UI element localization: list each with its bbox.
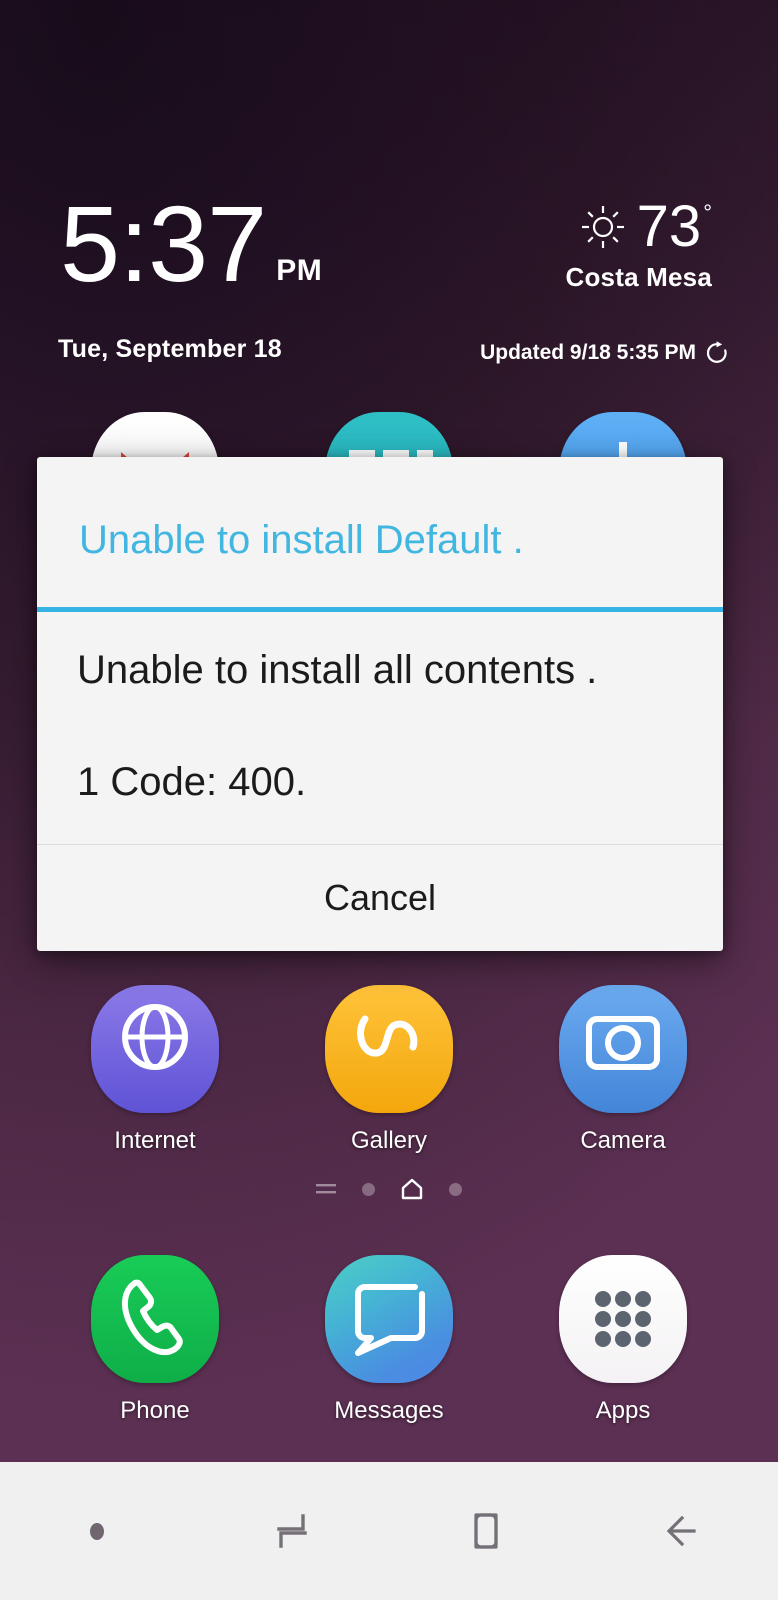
weather-temperature: 73 ° bbox=[637, 198, 712, 256]
nav-slot-back[interactable] bbox=[584, 1508, 778, 1554]
nav-dot-icon[interactable] bbox=[90, 1522, 105, 1540]
internet-glyph bbox=[122, 1004, 188, 1070]
weather-widget[interactable]: 73 ° Costa Mesa bbox=[566, 198, 713, 293]
dock-label-phone: Phone bbox=[120, 1397, 190, 1424]
page-lines-icon[interactable] bbox=[316, 1182, 336, 1196]
weather-updated-text: Updated 9/18 5:35 PM bbox=[480, 341, 696, 364]
install-error-dialog: Unable to install Default . Unable to in… bbox=[37, 457, 723, 951]
gallery-icon[interactable] bbox=[325, 985, 453, 1113]
clock-date: Tue, September 18 bbox=[58, 335, 282, 363]
camera-icon[interactable] bbox=[559, 985, 687, 1113]
dialog-actions: Cancel bbox=[37, 845, 723, 951]
back-icon[interactable] bbox=[658, 1508, 704, 1554]
dock-item-apps[interactable]: Apps bbox=[548, 1255, 698, 1425]
clock-ampm: PM bbox=[276, 254, 323, 287]
temperature-value: 73 bbox=[636, 194, 702, 259]
app-item-camera[interactable]: Camera bbox=[548, 985, 698, 1155]
cancel-button[interactable]: Cancel bbox=[284, 867, 476, 929]
apps-grid-icon[interactable] bbox=[559, 1255, 687, 1383]
phone-screen: 5:37 PM Tue, September 18 73 ° Costa Mes… bbox=[0, 0, 778, 1600]
app-row-3: Internet Gallery Camera bbox=[0, 985, 778, 1155]
clock-weather-widget[interactable]: 5:37 PM Tue, September 18 73 ° Costa Mes… bbox=[0, 190, 778, 380]
refresh-icon[interactable] bbox=[704, 340, 730, 366]
navigation-bar bbox=[0, 1462, 778, 1600]
phone-icon[interactable] bbox=[91, 1255, 219, 1383]
weather-city: Costa Mesa bbox=[565, 262, 712, 292]
app-item-internet[interactable]: Internet bbox=[80, 985, 230, 1155]
degree-symbol: ° bbox=[703, 200, 712, 225]
gallery-glyph bbox=[357, 1015, 418, 1057]
weather-current: 73 ° bbox=[566, 198, 712, 256]
phone-glyph bbox=[122, 1279, 183, 1356]
page-dot[interactable] bbox=[449, 1182, 462, 1196]
weather-updated[interactable]: Updated 9/18 5:35 PM bbox=[480, 340, 730, 366]
messages-icon[interactable] bbox=[325, 1255, 453, 1383]
app-label-camera: Camera bbox=[580, 1127, 666, 1154]
internet-icon[interactable] bbox=[91, 985, 219, 1113]
nav-slot-dot[interactable] bbox=[0, 1522, 195, 1540]
page-home-icon[interactable] bbox=[401, 1178, 423, 1200]
dock-label-messages: Messages bbox=[334, 1397, 444, 1424]
nav-slot-home[interactable] bbox=[389, 1508, 584, 1554]
page-dot[interactable] bbox=[362, 1182, 375, 1196]
dock-item-phone[interactable]: Phone bbox=[80, 1255, 230, 1425]
apps-grid-glyph bbox=[595, 1291, 651, 1347]
clock-time: 5:37 bbox=[60, 183, 267, 304]
messages-glyph bbox=[355, 1284, 425, 1356]
sun-icon bbox=[581, 206, 624, 248]
dialog-message: Unable to install all contents . 1 Code:… bbox=[77, 648, 598, 804]
dock-item-messages[interactable]: Messages bbox=[314, 1255, 464, 1425]
camera-glyph bbox=[586, 1016, 660, 1070]
page-indicator[interactable] bbox=[0, 1178, 778, 1200]
app-item-gallery[interactable]: Gallery bbox=[314, 985, 464, 1155]
nav-slot-recents[interactable] bbox=[195, 1508, 390, 1554]
app-label-gallery: Gallery bbox=[350, 1127, 428, 1154]
app-label-internet: Internet bbox=[114, 1127, 196, 1154]
recents-icon[interactable] bbox=[269, 1508, 315, 1554]
dock-label-apps: Apps bbox=[595, 1397, 651, 1424]
dock: Phone Messages Apps bbox=[0, 1255, 778, 1425]
clock[interactable]: 5:37 PM bbox=[60, 190, 322, 298]
home-icon[interactable] bbox=[463, 1508, 509, 1554]
dialog-title: Unable to install Default . bbox=[79, 518, 524, 562]
